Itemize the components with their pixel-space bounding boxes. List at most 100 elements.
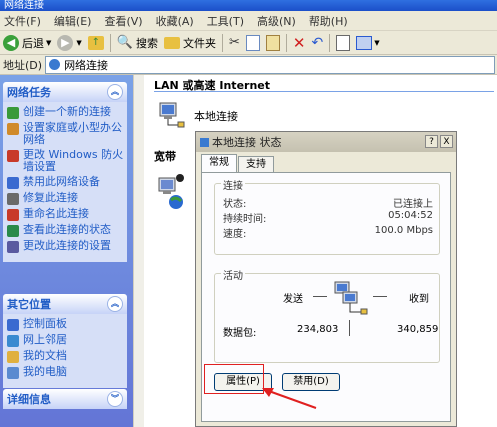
address-value: 网络连接 (64, 58, 109, 72)
activity-divider (349, 320, 350, 336)
rename-icon (7, 209, 19, 221)
broadband-section-header: 宽带 (154, 150, 176, 163)
task-label: 重命名此连接 (23, 207, 89, 220)
dialog-title: 本地连接 状态 (212, 136, 282, 149)
firewall-icon (7, 150, 19, 162)
toolbar: ◀ 后退 ▼ ▶ ▼ ↑ 🔍 搜索 文件夹 ✂ ✕ ↶ ▼ (0, 31, 497, 55)
task-firewall[interactable]: 更改 Windows 防火墙设置 (7, 149, 124, 173)
home-network-icon (7, 123, 19, 135)
paste-icon (265, 34, 280, 51)
speed-value: 100.0 Mbps (374, 225, 433, 236)
properties-highlight-box (204, 364, 264, 394)
tab-support[interactable]: 支持 (238, 156, 274, 173)
back-arrow-icon: ◀ (3, 34, 19, 51)
dialog-tabs: 常规 支持 (201, 154, 275, 173)
status-label: 状态: (223, 199, 247, 210)
folders-label: 文件夹 (182, 36, 216, 50)
details-title: 详细信息 (7, 393, 51, 406)
task-repair[interactable]: 修复此连接 (7, 192, 124, 205)
other-places-title: 其它位置 (7, 298, 51, 311)
address-field[interactable]: 网络连接 (45, 55, 495, 74)
task-pane: 网络任务 ︽ 创建一个新的连接 设置家庭或小型办公网络 更改 Windows 防… (0, 75, 133, 427)
task-label: 更改此连接的设置 (23, 239, 111, 252)
toolbar-separator (109, 33, 111, 52)
duration-label: 持续时间: (223, 214, 267, 225)
task-home-network[interactable]: 设置家庭或小型办公网络 (7, 122, 124, 146)
views-button[interactable]: ▼ (353, 32, 382, 54)
place-my-computer[interactable]: 我的电脑 (7, 366, 124, 379)
views-icon (356, 35, 373, 50)
tab-general[interactable]: 常规 (201, 154, 237, 173)
cut-icon: ✂ (228, 35, 240, 50)
details-panel: 详细信息 ︾ (3, 389, 127, 409)
menu-advanced[interactable]: 高级(N) (257, 13, 296, 29)
place-control-panel[interactable]: 控制面板 (7, 318, 124, 331)
task-label: 更改 Windows 防火墙设置 (23, 148, 124, 173)
other-places-header[interactable]: 其它位置 ︽ (3, 294, 127, 314)
duration-value: 05:04:52 (388, 210, 433, 221)
search-button[interactable]: 🔍 搜索 (114, 32, 161, 54)
menu-help[interactable]: 帮助(H) (309, 13, 348, 29)
copy-button[interactable] (243, 32, 263, 54)
task-label: 设置家庭或小型办公网络 (23, 121, 122, 146)
activity-computers-icon (334, 281, 368, 315)
collapse-icon[interactable]: ︽ (107, 296, 123, 312)
received-line (373, 296, 387, 297)
place-my-documents[interactable]: 我的文档 (7, 350, 124, 363)
packets-sent-value: 234,803 (297, 324, 339, 335)
back-button[interactable]: ◀ 后退 ▼ (0, 32, 54, 54)
collapse-icon[interactable]: ︽ (107, 84, 123, 100)
search-icon: 🔍 (116, 35, 133, 50)
menu-tools[interactable]: 工具(T) (207, 13, 244, 29)
control-panel-icon (7, 319, 19, 331)
task-view-status[interactable]: 查看此连接的状态 (7, 224, 124, 237)
menu-edit[interactable]: 编辑(E) (54, 13, 92, 29)
address-label: 地址(D) (3, 58, 43, 72)
folders-button[interactable]: 文件夹 (161, 32, 219, 54)
disable-device-icon (7, 177, 19, 189)
up-folder-button[interactable]: ↑ (85, 32, 107, 54)
task-rename[interactable]: 重命名此连接 (7, 208, 124, 221)
task-disable-device[interactable]: 禁用此网络设备 (7, 176, 124, 189)
menu-file[interactable]: 文件(F) (4, 13, 41, 29)
speed-label: 速度: (223, 229, 247, 240)
packets-received-value: 340,859 (397, 324, 439, 335)
toolbar-separator (285, 33, 287, 52)
place-label: 控制面板 (23, 317, 67, 330)
copy-icon (245, 34, 260, 51)
forward-arrow-icon: ▶ (57, 34, 74, 51)
broadband-connection-icon (158, 174, 184, 209)
details-header[interactable]: 详细信息 ︾ (3, 389, 127, 409)
paste-button[interactable] (263, 32, 283, 54)
task-create-connection[interactable]: 创建一个新的连接 (7, 106, 124, 119)
chevron-down-icon: ▼ (374, 38, 380, 47)
place-label: 我的电脑 (23, 365, 67, 378)
delete-button[interactable]: ✕ (290, 32, 309, 54)
local-connection-item[interactable]: 本地连接 (156, 101, 238, 131)
dialog-network-icon (200, 137, 209, 147)
menu-favorites[interactable]: 收藏(A) (156, 13, 194, 29)
my-documents-icon (7, 351, 19, 363)
properties-toolbar-button[interactable] (333, 32, 353, 54)
broadband-connection-item[interactable] (156, 174, 188, 213)
help-button[interactable]: ? (425, 135, 438, 148)
task-change-settings[interactable]: 更改此连接的设置 (7, 240, 124, 253)
task-label: 查看此连接的状态 (23, 223, 111, 236)
network-tasks-header[interactable]: 网络任务 ︽ (3, 82, 127, 102)
place-network-places[interactable]: 网上邻居 (7, 334, 124, 347)
undo-button[interactable]: ↶ (308, 32, 326, 54)
menu-view[interactable]: 查看(V) (104, 13, 142, 29)
close-button[interactable]: X (440, 135, 453, 148)
activity-group-title: 活动 (221, 267, 245, 282)
expand-icon[interactable]: ︾ (107, 391, 123, 407)
chevron-down-icon: ▼ (46, 38, 52, 47)
sent-line (313, 296, 327, 297)
packets-label: 数据包: (223, 328, 257, 339)
window-title-bar: 网络连接 (0, 0, 497, 11)
received-label: 收到 (409, 294, 429, 305)
settings-icon (7, 241, 19, 253)
cut-button[interactable]: ✂ (226, 32, 243, 54)
forward-button[interactable]: ▶ ▼ (54, 32, 84, 54)
dialog-title-bar[interactable]: 本地连接 状态 (196, 132, 456, 152)
undo-icon: ↶ (311, 34, 324, 51)
